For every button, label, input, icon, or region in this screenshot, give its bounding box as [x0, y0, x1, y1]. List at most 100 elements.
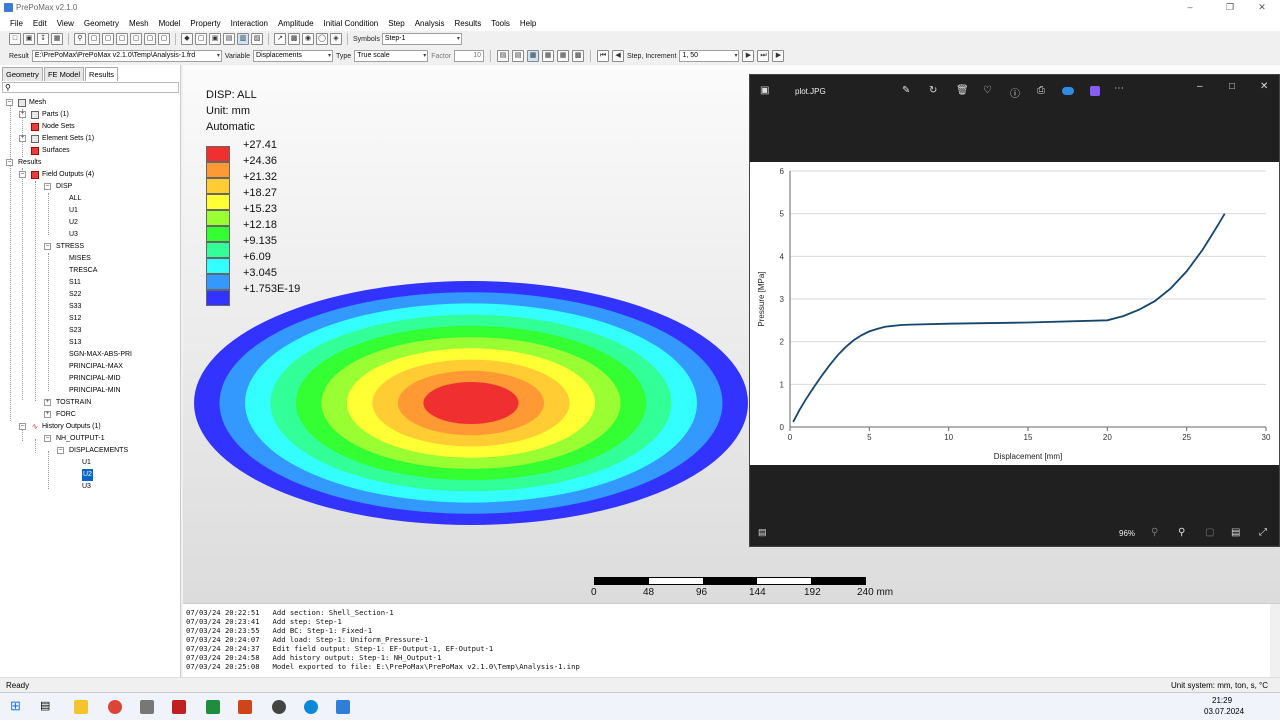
menu-help[interactable]: Help	[515, 19, 541, 28]
menu-file[interactable]: File	[5, 19, 28, 28]
view-left-icon[interactable]: ▢	[144, 33, 156, 45]
symbols-step-select[interactable]: Step-1 ▾	[381, 33, 462, 45]
tree-item-u1[interactable]: U1	[69, 205, 78, 217]
wireframe-result-icon[interactable]: ▦	[542, 50, 555, 62]
tree-item-history-u3[interactable]: U3	[82, 481, 91, 493]
tree-item-mises[interactable]: MISES	[69, 253, 91, 265]
tree-item-stress[interactable]: – STRESS	[44, 241, 84, 253]
tree-item-forc[interactable]: + FORC	[44, 409, 76, 421]
tree-item-node-sets[interactable]: Node Sets	[31, 121, 75, 133]
expand-icon[interactable]: +	[44, 399, 51, 406]
type-select[interactable]: True scale ▾	[354, 50, 429, 62]
show-icon[interactable]: ◉	[302, 33, 314, 45]
deformed-icon[interactable]: ▤	[512, 50, 525, 62]
maximize-button[interactable]: ❐	[1212, 0, 1248, 15]
hide-icon[interactable]: ◯	[316, 33, 328, 45]
tree-item-sgn-max-abs-pri[interactable]: SGN-MAX-ABS-PRI	[69, 349, 132, 361]
collapse-icon[interactable]: –	[44, 243, 51, 250]
menu-model[interactable]: Model	[154, 19, 186, 28]
last-increment-icon[interactable]: ⏭	[757, 50, 770, 62]
contour-plot[interactable]	[192, 280, 752, 550]
collapse-icon[interactable]: –	[19, 171, 26, 178]
view-right-icon[interactable]: ▢	[158, 33, 170, 45]
expand-icon[interactable]: +	[19, 135, 26, 142]
collapse-icon[interactable]: –	[19, 423, 26, 430]
window-close-icon[interactable]: ✕	[1260, 81, 1268, 92]
delete-icon[interactable]: 🗑	[956, 85, 969, 96]
info-icon[interactable]: ⓘ	[1010, 85, 1020, 100]
menu-initial-condition[interactable]: Initial Condition	[319, 19, 384, 28]
window-minimize-icon[interactable]: –	[1197, 81, 1203, 92]
zoom-icon[interactable]: ⚲	[74, 33, 86, 45]
step-increment-select[interactable]: 1, 50 ▾	[679, 50, 740, 62]
zoom-out-icon[interactable]: ⚲	[1151, 527, 1158, 538]
tree-item-u3[interactable]: U3	[69, 229, 78, 241]
print-icon[interactable]: ⎙	[1037, 85, 1045, 96]
collapse-icon[interactable]: –	[6, 159, 13, 166]
tree-item-all[interactable]: ALL	[69, 193, 81, 205]
tree-item-s13[interactable]: S13	[69, 337, 81, 349]
tab-fe-model[interactable]: FE Model	[43, 67, 85, 81]
section-view-icon[interactable]: ▤	[223, 33, 235, 45]
transform-icon[interactable]: ▩	[288, 33, 300, 45]
task-view-icon[interactable]: ▤	[40, 699, 50, 712]
tree-item-s11[interactable]: S11	[69, 277, 81, 289]
minimize-button[interactable]: –	[1172, 0, 1208, 15]
query-icon[interactable]: ▨	[251, 33, 263, 45]
menu-view[interactable]: View	[52, 19, 79, 28]
menu-amplitude[interactable]: Amplitude	[273, 19, 319, 28]
clipchamp-icon[interactable]	[1090, 86, 1100, 96]
app-icon[interactable]	[172, 700, 186, 714]
result-file-select[interactable]: E:\PrePoMax\PrePoMax v2.1.0\Temp\Analysi…	[31, 50, 222, 62]
menu-analysis[interactable]: Analysis	[410, 19, 450, 28]
excel-icon[interactable]	[206, 700, 220, 714]
menu-results[interactable]: Results	[450, 19, 487, 28]
factor-input[interactable]: 10	[454, 50, 485, 62]
view-front-icon[interactable]: ▢	[88, 33, 100, 45]
app-icon[interactable]	[238, 700, 252, 714]
mesh-result-icon[interactable]: ▦	[557, 50, 570, 62]
zoom-in-icon[interactable]: ⚲	[1178, 527, 1185, 538]
menu-tools[interactable]: Tools	[486, 19, 515, 28]
first-increment-icon[interactable]: ⏮	[597, 50, 610, 62]
tree-item-history-outputs[interactable]: – ∿ History Outputs (1)	[19, 421, 101, 433]
expand-icon[interactable]: +	[44, 411, 51, 418]
more-options-icon[interactable]: ⋯	[1114, 83, 1124, 94]
iso-view-icon[interactable]: ◆	[181, 33, 193, 45]
edge-icon[interactable]	[304, 700, 318, 714]
shaded-icon[interactable]: ▣	[209, 33, 221, 45]
tree-item-s22[interactable]: S22	[69, 289, 81, 301]
tree-item-nh-output[interactable]: – NH_OUTPUT-1	[44, 433, 105, 445]
next-increment-icon[interactable]: ▶	[742, 50, 755, 62]
collapse-icon[interactable]: –	[57, 447, 64, 454]
menu-edit[interactable]: Edit	[28, 19, 52, 28]
collapse-icon[interactable]: –	[44, 435, 51, 442]
log-scrollbar[interactable]	[1270, 604, 1280, 678]
favorite-icon[interactable]: ♡	[983, 85, 992, 96]
tree-item-principal-min[interactable]: PRINCIPAL-MIN	[69, 385, 121, 397]
show-only-icon[interactable]: ◈	[330, 33, 342, 45]
new-file-icon[interactable]: □	[9, 33, 21, 45]
tree-search-input[interactable]: ⚲	[2, 82, 179, 93]
transform-result-icon[interactable]: ▩	[572, 50, 585, 62]
tree-item-u2[interactable]: U2	[69, 217, 78, 229]
tree-item-mesh[interactable]: – Mesh	[6, 97, 46, 109]
play-icon[interactable]: ▶	[772, 50, 785, 62]
app-icon[interactable]	[272, 700, 286, 714]
tree-item-s23[interactable]: S23	[69, 325, 81, 337]
chrome-icon[interactable]	[108, 700, 122, 714]
photos-viewer-window[interactable]: ▣ plot.JPG ✎ ↻ 🗑 ♡ ⓘ ⎙ ⋯ – □ ✕ 0 1 2 3 4 5 6 0 5…	[749, 74, 1280, 547]
actual-size-icon[interactable]: ▤	[1231, 527, 1240, 538]
fullscreen-icon[interactable]: ⤢	[1259, 527, 1267, 538]
menu-geometry[interactable]: Geometry	[79, 19, 124, 28]
filmstrip-icon[interactable]: ▤	[758, 527, 767, 538]
wireframe-icon[interactable]: ▢	[195, 33, 207, 45]
menu-mesh[interactable]: Mesh	[124, 19, 154, 28]
tree-item-displacements[interactable]: – DISPLACEMENTS	[57, 445, 128, 457]
fit-icon[interactable]: ▢	[1205, 527, 1214, 538]
tab-geometry[interactable]: Geometry	[2, 67, 43, 81]
undeformed-icon[interactable]: ▤	[497, 50, 510, 62]
tree-item-principal-max[interactable]: PRINCIPAL-MAX	[69, 361, 123, 373]
variable-select[interactable]: Displacements ▾	[253, 50, 334, 62]
file-explorer-icon[interactable]	[74, 700, 88, 714]
